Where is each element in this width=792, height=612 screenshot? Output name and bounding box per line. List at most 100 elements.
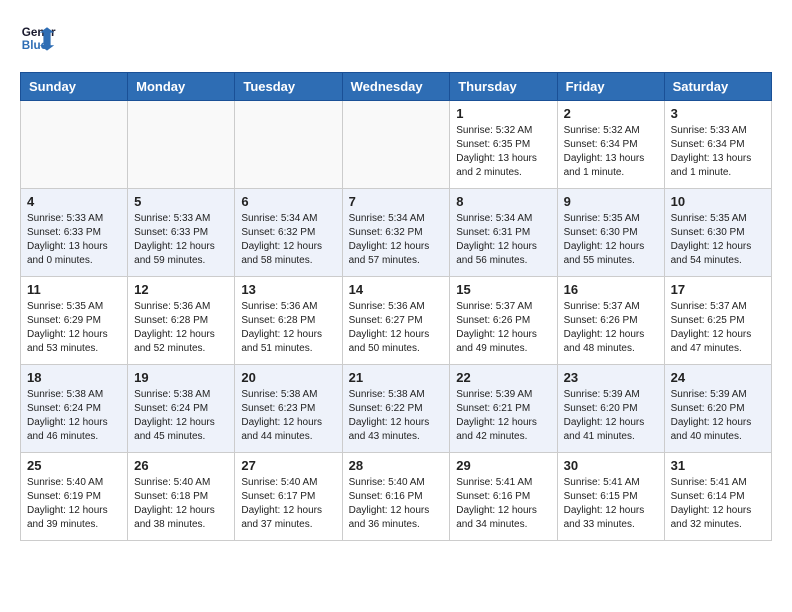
day-number: 16 <box>564 282 658 297</box>
calendar-empty-cell <box>128 101 235 189</box>
day-number: 19 <box>134 370 228 385</box>
day-info: Sunrise: 5:40 AM Sunset: 6:18 PM Dayligh… <box>134 476 228 532</box>
calendar-week-row: 18 Sunrise: 5:38 AM Sunset: 6:24 PM Dayli… <box>21 365 772 453</box>
day-info: Sunrise: 5:33 AM Sunset: 6:33 PM Dayligh… <box>27 212 121 268</box>
day-info: Sunrise: 5:35 AM Sunset: 6:30 PM Dayligh… <box>564 212 658 268</box>
day-number: 4 <box>27 194 121 209</box>
day-info: Sunrise: 5:34 AM Sunset: 6:32 PM Dayligh… <box>241 212 335 268</box>
calendar-empty-cell <box>21 101 128 189</box>
calendar-day-9: 9 Sunrise: 5:35 AM Sunset: 6:30 PM Daylig… <box>557 189 664 277</box>
svg-text:General: General <box>22 26 56 39</box>
day-number: 15 <box>456 282 550 297</box>
day-info: Sunrise: 5:38 AM Sunset: 6:24 PM Dayligh… <box>134 388 228 444</box>
day-number: 1 <box>456 106 550 121</box>
calendar-day-20: 20 Sunrise: 5:38 AM Sunset: 6:23 PM Dayli… <box>235 365 342 453</box>
day-number: 7 <box>349 194 444 209</box>
day-info: Sunrise: 5:41 AM Sunset: 6:14 PM Dayligh… <box>671 476 765 532</box>
calendar-day-8: 8 Sunrise: 5:34 AM Sunset: 6:31 PM Daylig… <box>450 189 557 277</box>
day-number: 8 <box>456 194 550 209</box>
day-info: Sunrise: 5:40 AM Sunset: 6:19 PM Dayligh… <box>27 476 121 532</box>
calendar-day-25: 25 Sunrise: 5:40 AM Sunset: 6:19 PM Dayli… <box>21 453 128 541</box>
day-info: Sunrise: 5:40 AM Sunset: 6:17 PM Dayligh… <box>241 476 335 532</box>
calendar-day-14: 14Sunrise: 5:36 AM Sunset: 6:27 PM Dayli… <box>342 277 450 365</box>
calendar-day-23: 23 Sunrise: 5:39 AM Sunset: 6:20 PM Dayli… <box>557 365 664 453</box>
calendar-day-26: 26Sunrise: 5:40 AM Sunset: 6:18 PM Dayli… <box>128 453 235 541</box>
day-info: Sunrise: 5:34 AM Sunset: 6:32 PM Dayligh… <box>349 212 444 268</box>
day-info: Sunrise: 5:41 AM Sunset: 6:16 PM Dayligh… <box>456 476 550 532</box>
day-number: 27 <box>241 458 335 473</box>
day-info: Sunrise: 5:39 AM Sunset: 6:20 PM Dayligh… <box>671 388 765 444</box>
day-number: 28 <box>349 458 444 473</box>
day-number: 31 <box>671 458 765 473</box>
day-number: 17 <box>671 282 765 297</box>
day-number: 6 <box>241 194 335 209</box>
calendar-day-21: 21 Sunrise: 5:38 AM Sunset: 6:22 PM Dayli… <box>342 365 450 453</box>
calendar-week-row: 11 Sunrise: 5:35 AM Sunset: 6:29 PM Dayli… <box>21 277 772 365</box>
weekday-header-thursday: Thursday <box>450 73 557 101</box>
logo-icon: General Blue <box>20 20 56 56</box>
calendar-day-30: 30Sunrise: 5:41 AM Sunset: 6:15 PM Dayli… <box>557 453 664 541</box>
calendar-day-22: 22Sunrise: 5:39 AM Sunset: 6:21 PM Dayli… <box>450 365 557 453</box>
day-info: Sunrise: 5:38 AM Sunset: 6:23 PM Dayligh… <box>241 388 335 444</box>
day-info: Sunrise: 5:38 AM Sunset: 6:22 PM Dayligh… <box>349 388 444 444</box>
calendar-day-5: 5Sunrise: 5:33 AM Sunset: 6:33 PM Daylig… <box>128 189 235 277</box>
day-number: 18 <box>27 370 121 385</box>
day-info: Sunrise: 5:36 AM Sunset: 6:27 PM Dayligh… <box>349 300 444 356</box>
day-number: 22 <box>456 370 550 385</box>
day-number: 5 <box>134 194 228 209</box>
day-number: 25 <box>27 458 121 473</box>
day-info: Sunrise: 5:33 AM Sunset: 6:34 PM Dayligh… <box>671 124 765 180</box>
calendar-day-2: 2 Sunrise: 5:32 AM Sunset: 6:34 PM Daylig… <box>557 101 664 189</box>
calendar-day-27: 27 Sunrise: 5:40 AM Sunset: 6:17 PM Dayli… <box>235 453 342 541</box>
calendar-day-6: 6 Sunrise: 5:34 AM Sunset: 6:32 PM Daylig… <box>235 189 342 277</box>
day-info: Sunrise: 5:32 AM Sunset: 6:34 PM Dayligh… <box>564 124 658 180</box>
day-info: Sunrise: 5:37 AM Sunset: 6:25 PM Dayligh… <box>671 300 765 356</box>
day-info: Sunrise: 5:36 AM Sunset: 6:28 PM Dayligh… <box>134 300 228 356</box>
day-number: 23 <box>564 370 658 385</box>
calendar-day-12: 12 Sunrise: 5:36 AM Sunset: 6:28 PM Dayli… <box>128 277 235 365</box>
day-info: Sunrise: 5:38 AM Sunset: 6:24 PM Dayligh… <box>27 388 121 444</box>
day-number: 10 <box>671 194 765 209</box>
calendar-week-row: 4 Sunrise: 5:33 AM Sunset: 6:33 PM Daylig… <box>21 189 772 277</box>
calendar-empty-cell <box>342 101 450 189</box>
calendar-day-4: 4 Sunrise: 5:33 AM Sunset: 6:33 PM Daylig… <box>21 189 128 277</box>
calendar-day-17: 17 Sunrise: 5:37 AM Sunset: 6:25 PM Dayli… <box>664 277 771 365</box>
day-info: Sunrise: 5:32 AM Sunset: 6:35 PM Dayligh… <box>456 124 550 180</box>
page-header: General Blue <box>20 20 772 56</box>
day-number: 21 <box>349 370 444 385</box>
calendar-day-15: 15 Sunrise: 5:37 AM Sunset: 6:26 PM Dayli… <box>450 277 557 365</box>
day-info: Sunrise: 5:39 AM Sunset: 6:20 PM Dayligh… <box>564 388 658 444</box>
calendar-day-16: 16Sunrise: 5:37 AM Sunset: 6:26 PM Dayli… <box>557 277 664 365</box>
day-info: Sunrise: 5:40 AM Sunset: 6:16 PM Dayligh… <box>349 476 444 532</box>
day-number: 20 <box>241 370 335 385</box>
day-number: 2 <box>564 106 658 121</box>
weekday-header-saturday: Saturday <box>664 73 771 101</box>
calendar-day-29: 29 Sunrise: 5:41 AM Sunset: 6:16 PM Dayli… <box>450 453 557 541</box>
calendar-day-7: 7 Sunrise: 5:34 AM Sunset: 6:32 PM Daylig… <box>342 189 450 277</box>
calendar-empty-cell <box>235 101 342 189</box>
weekday-header-row: SundayMondayTuesdayWednesdayThursdayFrid… <box>21 73 772 101</box>
calendar-day-3: 3Sunrise: 5:33 AM Sunset: 6:34 PM Daylig… <box>664 101 771 189</box>
day-number: 9 <box>564 194 658 209</box>
calendar-week-row: 1 Sunrise: 5:32 AM Sunset: 6:35 PM Daylig… <box>21 101 772 189</box>
calendar-day-31: 31 Sunrise: 5:41 AM Sunset: 6:14 PM Dayli… <box>664 453 771 541</box>
day-number: 11 <box>27 282 121 297</box>
calendar-day-24: 24Sunrise: 5:39 AM Sunset: 6:20 PM Dayli… <box>664 365 771 453</box>
day-info: Sunrise: 5:37 AM Sunset: 6:26 PM Dayligh… <box>456 300 550 356</box>
weekday-header-sunday: Sunday <box>21 73 128 101</box>
calendar-day-10: 10 Sunrise: 5:35 AM Sunset: 6:30 PM Dayli… <box>664 189 771 277</box>
calendar-week-row: 25 Sunrise: 5:40 AM Sunset: 6:19 PM Dayli… <box>21 453 772 541</box>
day-info: Sunrise: 5:35 AM Sunset: 6:29 PM Dayligh… <box>27 300 121 356</box>
day-number: 12 <box>134 282 228 297</box>
calendar-day-18: 18 Sunrise: 5:38 AM Sunset: 6:24 PM Dayli… <box>21 365 128 453</box>
logo: General Blue <box>20 20 56 56</box>
weekday-header-monday: Monday <box>128 73 235 101</box>
day-info: Sunrise: 5:35 AM Sunset: 6:30 PM Dayligh… <box>671 212 765 268</box>
day-info: Sunrise: 5:36 AM Sunset: 6:28 PM Dayligh… <box>241 300 335 356</box>
calendar-day-1: 1 Sunrise: 5:32 AM Sunset: 6:35 PM Daylig… <box>450 101 557 189</box>
day-info: Sunrise: 5:34 AM Sunset: 6:31 PM Dayligh… <box>456 212 550 268</box>
day-number: 29 <box>456 458 550 473</box>
calendar-day-28: 28 Sunrise: 5:40 AM Sunset: 6:16 PM Dayli… <box>342 453 450 541</box>
calendar-table: SundayMondayTuesdayWednesdayThursdayFrid… <box>20 72 772 541</box>
day-number: 30 <box>564 458 658 473</box>
